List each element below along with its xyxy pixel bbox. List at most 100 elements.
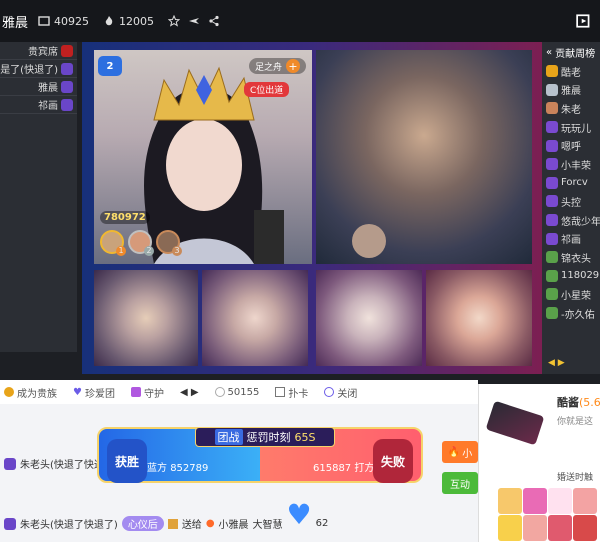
live-stage[interactable]: 2 足之舟 + C位出道 780972 1 2 3 (82, 42, 542, 374)
popularity: 12005 (103, 15, 154, 28)
flame-icon (105, 16, 113, 26)
avatar[interactable]: 1 (100, 230, 126, 256)
guest-video-2[interactable] (202, 270, 308, 366)
main-anchor-video[interactable]: 2 足之舟 + C位出道 780972 1 2 3 (94, 50, 312, 264)
hand-gift-icon[interactable] (573, 488, 597, 514)
video-icon[interactable] (576, 13, 592, 29)
gift-grid (498, 488, 600, 542)
coin-icon (214, 387, 225, 397)
love-gift-icon[interactable] (548, 488, 572, 514)
level-badge-icon (546, 158, 558, 171)
rose-gift-icon[interactable] (548, 515, 572, 541)
follow-button[interactable]: 🔥 小 (442, 441, 478, 463)
heart-icon: ♥ (73, 386, 82, 398)
list-item[interactable]: 嗯呼 (542, 136, 600, 155)
left-score: 蓝方 852789 (147, 463, 209, 474)
top-bar: 雅晨 40925 12005 (0, 0, 600, 42)
list-item[interactable]: 悠哉少年 (542, 211, 600, 230)
rank-avatars: 1 2 3 (100, 230, 182, 256)
level-badge-icon (546, 121, 558, 134)
castle-gift-icon[interactable] (523, 488, 547, 514)
popup-desc: 你就是这 (557, 417, 594, 427)
left-item-0[interactable]: 贵宾席 (0, 42, 77, 60)
right-score: 615887 打方 (313, 463, 375, 474)
chat-message: 朱老头(快退了快退了) 心仪后 送给 ● 小雅晨 大智慧 ♥ 62 (4, 498, 328, 531)
level-badge-icon (546, 307, 558, 320)
pk-title: 团战 惩罚时刻 65S (195, 427, 335, 447)
level-badge-icon (61, 62, 73, 75)
pager-arrows[interactable]: ◀ ▶ (548, 358, 565, 368)
interact-button[interactable]: 互动 (442, 472, 478, 494)
left-item-3[interactable]: 祁画 (0, 96, 77, 114)
guest-video-4[interactable] (426, 270, 532, 366)
room-icon (38, 16, 50, 26)
user-badge-icon (4, 457, 16, 470)
level-badge-icon (546, 269, 558, 282)
list-item[interactable]: Forcv (542, 174, 600, 193)
scroll-arrows[interactable]: ◀ ▶ (180, 387, 199, 398)
share-icon[interactable] (208, 15, 220, 27)
status-badge: 心仪后 (121, 516, 164, 531)
popup-title: 酷酱(5.6 (557, 396, 600, 409)
list-item[interactable]: 小丰荣 (542, 155, 600, 174)
user-badge-icon (4, 517, 16, 530)
bottom-toolbar: 成为贵族 ♥ 珍爱团 守护 ◀ ▶ 50155 扑卡 关闭 (0, 380, 478, 404)
close-button[interactable]: 关闭 (324, 385, 357, 400)
popup-footer: 婚送时触 (557, 473, 594, 483)
list-item[interactable]: -亦久佑 (542, 304, 600, 323)
guest-video-1[interactable] (94, 270, 198, 366)
level-badge-icon (546, 139, 558, 152)
shield-icon (130, 387, 141, 397)
guest-video-main-right[interactable] (316, 50, 532, 264)
list-item[interactable]: 酷老 (542, 62, 600, 81)
anchor-name-tag: 足之舟 + (248, 58, 306, 74)
pk-banner[interactable]: 团战 惩罚时刻 65S 获胜 蓝方 852789 615887 打方 失败 (97, 427, 423, 483)
star-icon[interactable] (168, 15, 181, 27)
level-icon: 2 (98, 56, 122, 76)
list-item[interactable]: 头控 (542, 192, 600, 211)
list-item[interactable]: 玩玩儿 (542, 118, 600, 137)
crown-icon (546, 65, 558, 78)
plane-icon[interactable] (188, 15, 200, 27)
flame-icon: 🔥 (447, 446, 461, 458)
slot-label: C位出道 (244, 82, 290, 97)
fan-club-button[interactable]: ♥ 珍爱团 (73, 385, 115, 400)
popup-image (485, 400, 545, 446)
collapse-icon[interactable]: « (546, 47, 552, 58)
level-badge-icon (61, 80, 73, 93)
left-item-1[interactable]: 是了(快退了) (0, 60, 77, 78)
list-item[interactable]: 祁画 (542, 229, 600, 248)
avatar[interactable]: 2 (128, 230, 154, 256)
flame-icon: ● (205, 518, 215, 529)
dog-gift-icon[interactable] (498, 488, 522, 514)
gift-heart-icon: ♥ (286, 498, 312, 531)
plane-gift-icon[interactable] (573, 515, 597, 541)
pk-tag: 团战 (214, 429, 243, 445)
noble-icon (4, 387, 14, 397)
hd-gift-icon[interactable] (498, 515, 522, 541)
list-item[interactable]: 朱老 (542, 99, 600, 118)
flower-gift-icon[interactable] (523, 515, 547, 541)
room-id: 40925 (38, 15, 89, 28)
contribution-title: « 贡献周榜 (546, 46, 596, 60)
list-item[interactable]: 锦衣头 (542, 248, 600, 267)
guard-button[interactable]: 守护 (130, 385, 164, 400)
list-item[interactable]: 118029 (542, 267, 600, 286)
lose-shield-icon: 失败 (373, 439, 413, 483)
win-shield-icon: 获胜 (107, 439, 147, 483)
list-item[interactable]: 小星荣 (542, 285, 600, 304)
left-item-2[interactable]: 雅晨 (0, 78, 77, 96)
gift-icon (167, 518, 178, 529)
gift-count[interactable]: 50155 (214, 387, 259, 398)
level-badge-icon (546, 232, 558, 245)
crown-icon (546, 102, 558, 115)
avatar[interactable] (352, 224, 386, 258)
noble-button[interactable]: 成为贵族 (4, 385, 57, 400)
card-button[interactable]: 扑卡 (275, 385, 308, 400)
add-icon[interactable]: + (286, 59, 300, 73)
streamer-name: 雅晨 (2, 15, 29, 31)
level-badge-icon (61, 98, 73, 111)
guest-video-3[interactable] (316, 270, 422, 366)
avatar[interactable]: 3 (156, 230, 182, 256)
list-item[interactable]: 雅晨 (542, 81, 600, 100)
